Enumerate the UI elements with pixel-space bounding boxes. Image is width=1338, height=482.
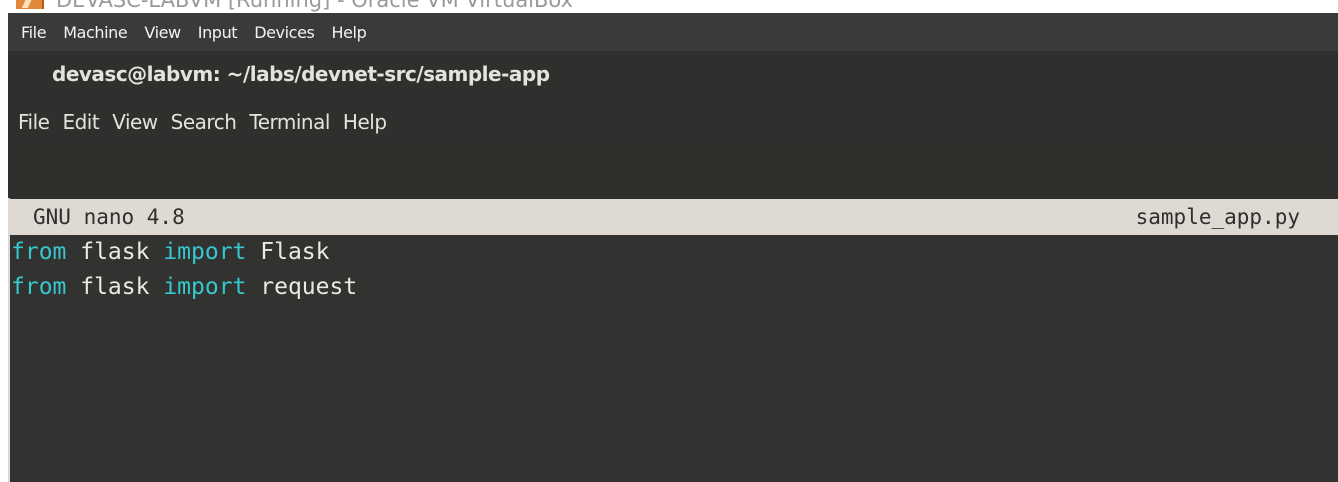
vbox-menu-view[interactable]: View xyxy=(144,23,181,42)
terminal-menu-file[interactable]: File xyxy=(18,110,50,134)
keyword: from xyxy=(11,274,67,300)
terminal-area[interactable]: GNU nano 4.8 sample_app.py from flask im… xyxy=(8,146,1338,482)
nano-header-bar: GNU nano 4.8 sample_app.py xyxy=(8,199,1338,235)
terminal-titlebar[interactable]: devasc@labvm: ~/labs/devnet-src/sample-a… xyxy=(8,51,1338,97)
module-name: flask xyxy=(66,274,164,300)
keyword: import xyxy=(163,239,247,265)
import-name: request xyxy=(246,274,358,300)
terminal-menu-edit[interactable]: Edit xyxy=(62,110,99,134)
window-title: DEVASC-LABVM [Running] - Oracle VM Virtu… xyxy=(56,0,574,12)
virtualbox-menubar: File Machine View Input Devices Help xyxy=(8,13,1338,51)
keyword: import xyxy=(163,274,247,300)
terminal-menu-terminal[interactable]: Terminal xyxy=(249,110,330,134)
nano-version: GNU nano 4.8 xyxy=(33,205,185,229)
vbox-menu-machine[interactable]: Machine xyxy=(63,23,128,42)
window-left-border xyxy=(8,198,10,482)
import-name: Flask xyxy=(246,239,330,265)
vbox-menu-devices[interactable]: Devices xyxy=(254,23,315,42)
vbox-menu-help[interactable]: Help xyxy=(331,23,366,42)
module-name: flask xyxy=(66,239,164,265)
window-titlebar[interactable]: DEVASC-LABVM [Running] - Oracle VM Virtu… xyxy=(8,0,1338,13)
vbox-menu-file[interactable]: File xyxy=(21,23,47,42)
nano-filename: sample_app.py xyxy=(1135,205,1300,229)
terminal-menubar: File Edit View Search Terminal Help xyxy=(8,97,1338,146)
virtualbox-app-icon xyxy=(16,0,44,9)
code-line[interactable]: from flask import request xyxy=(8,270,1338,305)
terminal-menu-help[interactable]: Help xyxy=(343,110,387,134)
vbox-menu-input[interactable]: Input xyxy=(198,23,238,42)
terminal-menu-view[interactable]: View xyxy=(112,110,158,134)
keyword: from xyxy=(11,239,67,265)
terminal-menu-search[interactable]: Search xyxy=(171,110,237,134)
nano-editor[interactable]: from flask import Flask from flask impor… xyxy=(8,235,1338,482)
terminal-title: devasc@labvm: ~/labs/devnet-src/sample-a… xyxy=(52,62,550,86)
code-line[interactable]: from flask import Flask xyxy=(8,235,1338,270)
virtualbox-window: DEVASC-LABVM [Running] - Oracle VM Virtu… xyxy=(8,0,1338,482)
